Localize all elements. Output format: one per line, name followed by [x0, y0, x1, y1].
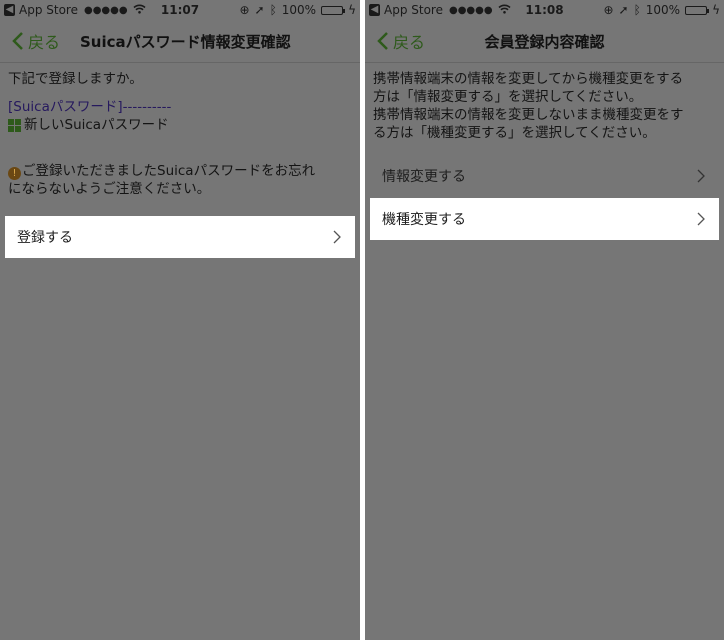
charging-icon: ϟ: [712, 3, 720, 17]
bluetooth-icon: ᛒ: [633, 3, 641, 17]
notice-text: ! ご登録いただきましたSuicaパスワードをお忘れ にならないようご注意ください…: [8, 162, 352, 198]
intro-line-4: る方は「機種変更する」を選択してください。: [373, 125, 656, 141]
page-title: Suicaパスワード情報変更確認: [80, 33, 291, 51]
battery-percent: 100%: [281, 3, 317, 17]
intro-line-3: 携帯情報端末の情報を変更しないまま機種変更をす: [373, 107, 684, 123]
right-screen: ◀ App Store ●●●●● 11:08 ⊕ ➚ ᛒ 100% ϟ 戻る …: [365, 0, 724, 640]
battery-percent: 100%: [645, 3, 681, 17]
device-change-label: 機種変更する: [382, 212, 466, 228]
intro-content: 携帯情報端末の情報を変更してから機種変更をする 方は「情報変更する」を選択してく…: [373, 70, 716, 142]
navigation-bar: 戻る Suicaパスワード情報変更確認: [0, 20, 360, 63]
left-screen: ◀ App Store ●●●●● 11:07 ⊕ ➚ ᛒ 100% ϟ 戻る …: [0, 0, 360, 640]
notice-line-1: ご登録いただきましたSuicaパスワードをお忘れ: [22, 163, 316, 179]
intro-line-1: 携帯情報端末の情報を変更してから機種変更をする: [373, 71, 684, 87]
confirmation-content: 下記で登録しますか。 [Suicaパスワード]---------- 新しいSui…: [8, 70, 352, 198]
battery-icon: [321, 5, 346, 15]
password-label: [Suicaパスワード]----------: [8, 99, 172, 115]
orientation-lock-icon: ⊕: [239, 3, 250, 17]
battery-icon: [685, 5, 710, 15]
charging-icon: ϟ: [348, 3, 356, 17]
confirm-question: 下記で登録しますか。: [8, 71, 143, 87]
device-change-item[interactable]: 機種変更する: [370, 198, 719, 240]
chevron-right-icon: [697, 169, 705, 183]
page-title: 会員登録内容確認: [484, 33, 605, 51]
back-button[interactable]: 戻る: [12, 29, 60, 53]
back-label: 戻る: [28, 33, 61, 52]
bluetooth-icon: ᛒ: [269, 3, 277, 17]
notice-line-2: にならないようご注意ください。: [8, 181, 211, 197]
location-icon: ➚: [254, 3, 265, 17]
intro-line-2: 方は「情報変更する」を選択してください。: [373, 89, 643, 105]
chevron-left-icon: [12, 32, 23, 50]
location-icon: ➚: [618, 3, 629, 17]
status-bar: ◀ App Store ●●●●● 11:08 ⊕ ➚ ᛒ 100% ϟ: [365, 0, 724, 20]
info-change-label: 情報変更する: [382, 169, 466, 185]
orientation-lock-icon: ⊕: [603, 3, 614, 17]
chevron-right-icon: [697, 212, 705, 226]
navigation-bar: 戻る 会員登録内容確認: [365, 20, 724, 63]
warning-icon: !: [8, 167, 21, 180]
password-description: 新しいSuicaパスワード: [24, 117, 169, 133]
status-bar: ◀ App Store ●●●●● 11:07 ⊕ ➚ ᛒ 100% ϟ: [0, 0, 360, 20]
info-change-item[interactable]: 情報変更する: [370, 155, 719, 197]
register-label: 登録する: [17, 230, 73, 246]
grid-icon: [8, 118, 21, 132]
chevron-right-icon: [333, 230, 341, 244]
register-button[interactable]: 登録する: [5, 216, 355, 258]
